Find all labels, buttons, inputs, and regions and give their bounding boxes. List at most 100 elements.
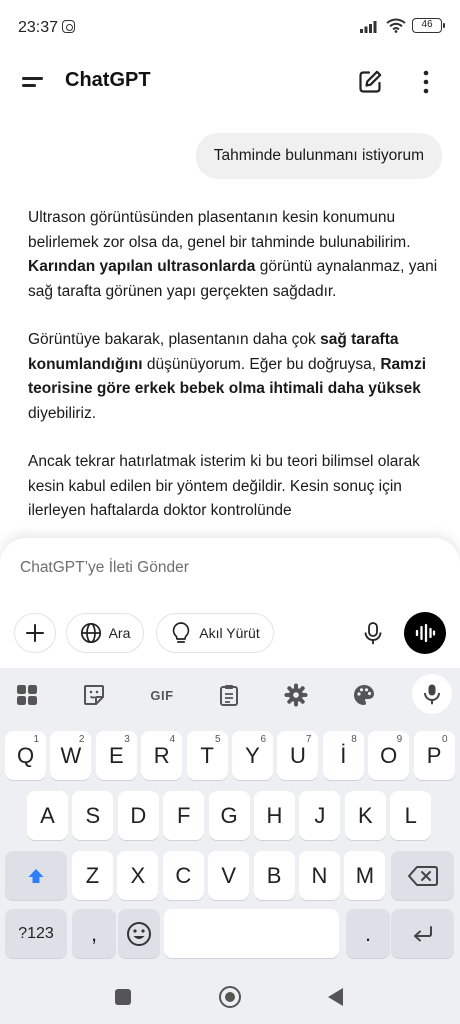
- emoji-smile-icon: [127, 921, 151, 946]
- key-label: H: [266, 802, 283, 828]
- settings-gear-icon[interactable]: [283, 682, 309, 708]
- key-a[interactable]: A: [27, 791, 68, 840]
- search-button[interactable]: Ara: [66, 613, 144, 653]
- enter-key[interactable]: [391, 909, 454, 958]
- gif-button[interactable]: GIF: [145, 682, 179, 708]
- key-t[interactable]: T5: [186, 731, 228, 780]
- lightbulb-icon: [173, 622, 190, 643]
- period-key[interactable]: .: [346, 909, 390, 958]
- status-time: 23:37: [18, 19, 59, 36]
- new-chat-icon[interactable]: [356, 68, 384, 96]
- emoji-key[interactable]: [118, 909, 160, 958]
- message-input[interactable]: ChatGPT’ye İleti Gönder: [20, 559, 420, 577]
- key-hint: 6: [260, 734, 266, 745]
- comma-key[interactable]: ,: [72, 909, 116, 958]
- home-button[interactable]: [219, 986, 241, 1008]
- chat-thread[interactable]: Tahminde bulunmanı istiyorum Ultrason gö…: [0, 108, 460, 538]
- key-label: B: [266, 862, 282, 888]
- symbols-key[interactable]: ?123: [5, 909, 67, 958]
- key-hint: 7: [305, 734, 312, 745]
- keyboard-voice-input-button[interactable]: [412, 674, 452, 714]
- key-label: X: [130, 862, 146, 888]
- sticker-icon[interactable]: [81, 682, 107, 708]
- key-label: U: [289, 742, 306, 768]
- key-k[interactable]: K: [344, 791, 386, 840]
- voice-mode-button[interactable]: [404, 612, 446, 654]
- key-o[interactable]: O9: [368, 731, 410, 780]
- key-hint: 8: [351, 734, 357, 745]
- key-e[interactable]: E3: [95, 731, 137, 780]
- shift-arrow-icon: [28, 868, 44, 883]
- key-q[interactable]: Q1: [5, 731, 46, 780]
- more-options-icon[interactable]: [412, 68, 440, 96]
- user-message: Tahminde bulunmanı istiyorum: [195, 133, 442, 179]
- key-j[interactable]: J: [299, 791, 341, 840]
- key-d[interactable]: D: [117, 791, 159, 840]
- key-c[interactable]: C: [162, 851, 204, 900]
- key-u[interactable]: U7: [277, 731, 319, 780]
- backspace-icon: [407, 865, 438, 886]
- microphone-icon: [364, 622, 382, 645]
- apps-grid-icon[interactable]: [14, 682, 40, 708]
- key-label: O: [380, 742, 398, 768]
- backspace-key[interactable]: [391, 851, 454, 900]
- key-label: Q: [16, 742, 35, 768]
- instagram-notification-icon: [62, 20, 75, 33]
- key-f[interactable]: F: [163, 791, 205, 840]
- key-y[interactable]: Y6: [232, 731, 273, 780]
- key-b[interactable]: B: [253, 851, 295, 900]
- key-label: W: [60, 742, 82, 768]
- key-r[interactable]: R4: [141, 731, 183, 780]
- key-z[interactable]: Z: [72, 851, 113, 900]
- app-header: ChatGPT: [0, 56, 460, 108]
- key-w[interactable]: W2: [50, 731, 92, 780]
- microphone-icon: [424, 684, 440, 705]
- key-label: Z: [85, 862, 100, 888]
- key-label: C: [175, 862, 192, 888]
- add-attachment-button[interactable]: [14, 613, 56, 653]
- key-hint: 2: [78, 734, 85, 745]
- reason-button[interactable]: Akıl Yürüt: [156, 613, 274, 653]
- assistant-paragraph-1: Ultrason görüntüsünden plasentanın kesin…: [28, 209, 438, 300]
- menu-icon[interactable]: [20, 70, 46, 94]
- key-label: G: [220, 802, 238, 828]
- shift-key[interactable]: [5, 851, 67, 900]
- key-g[interactable]: G: [208, 791, 250, 840]
- clipboard-icon[interactable]: [216, 682, 242, 708]
- key-hint: 3: [124, 734, 130, 745]
- key-h[interactable]: H: [254, 791, 295, 840]
- key-label: S: [85, 802, 101, 828]
- recent-apps-button[interactable]: [115, 989, 131, 1005]
- key-n[interactable]: N: [299, 851, 340, 900]
- dictation-button[interactable]: [353, 613, 393, 653]
- key-m[interactable]: M: [344, 851, 386, 900]
- key-s[interactable]: S: [72, 791, 114, 840]
- key-v[interactable]: V: [208, 851, 250, 900]
- back-button[interactable]: [328, 988, 343, 1006]
- wifi-icon: [386, 18, 406, 33]
- key-hint: 4: [169, 734, 176, 745]
- key-label: P: [426, 742, 442, 768]
- globe-icon: [80, 622, 101, 644]
- search-label: Ara: [108, 625, 131, 641]
- enter-arrow-icon: [413, 925, 432, 941]
- key-i̇[interactable]: İ8: [322, 731, 364, 780]
- keyboard-toolbar: GIF: [0, 668, 460, 722]
- key-label: V: [221, 862, 237, 888]
- theme-palette-icon[interactable]: [351, 682, 377, 708]
- key-p[interactable]: P0: [413, 731, 455, 780]
- assistant-paragraph-3: Ancak tekrar hatırlatmak isterim ki bu t…: [28, 453, 420, 519]
- signal-icon: [360, 20, 377, 33]
- key-label: F: [176, 802, 191, 828]
- key-label: E: [108, 742, 124, 768]
- key-l[interactable]: L: [390, 791, 432, 840]
- key-hint: 5: [215, 734, 221, 745]
- status-bar: 23:37 46: [0, 0, 460, 56]
- plus-icon: [26, 624, 44, 642]
- reason-label: Akıl Yürüt: [199, 625, 260, 641]
- app-title: ChatGPT: [65, 69, 151, 91]
- space-key[interactable]: [164, 909, 339, 958]
- key-label: N: [311, 862, 328, 888]
- system-navigation-bar: [0, 969, 460, 1024]
- key-x[interactable]: X: [117, 851, 159, 900]
